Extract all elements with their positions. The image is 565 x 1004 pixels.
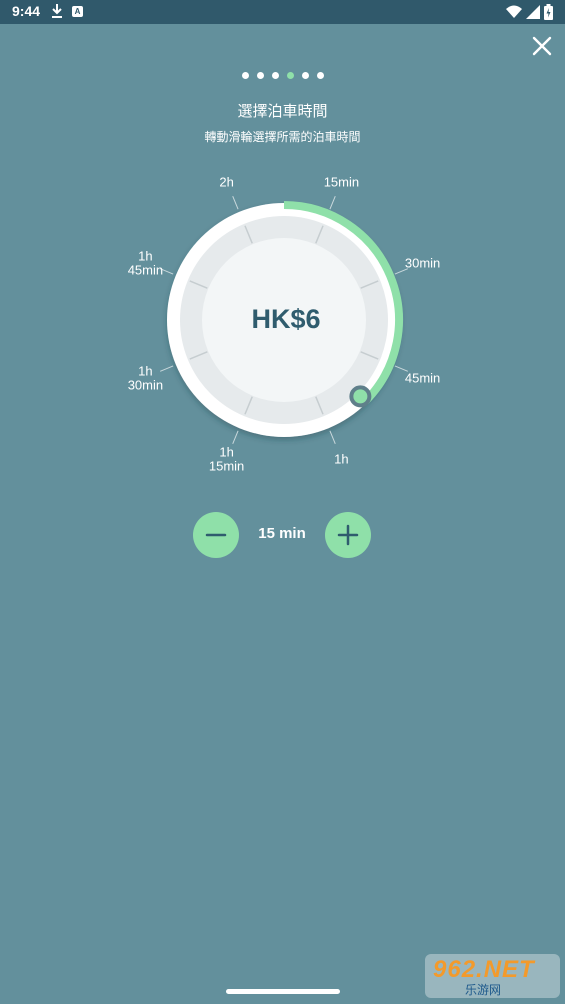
leader-line [329,196,336,210]
watermark-logo: 962.NET 乐游网 [425,954,560,998]
dial-label: 1h [138,249,152,264]
minus-icon [205,533,227,537]
dial-label: 30min [128,377,163,392]
leader-line [232,196,239,210]
dial-label: 45min [405,370,440,385]
duration-value: 15 min [258,525,306,542]
plus-icon [337,524,359,546]
leader-line [232,430,239,444]
dial-label: 1h [219,445,233,460]
duration-stepper: 15 min [193,512,371,558]
increase-button[interactable] [325,512,371,558]
dial-label: 30min [405,256,440,271]
dial-label: 1h [334,452,348,467]
home-indicator[interactable] [226,989,340,994]
dial-label: 1h [138,363,152,378]
price-display: HK$6 [251,304,321,334]
watermark-main: 962.NET [433,956,535,983]
dial-label: 2h [219,174,233,189]
leader-line [160,365,174,372]
dial-label: 15min [324,174,359,189]
leader-line [329,430,336,444]
dial-handle[interactable] [349,385,372,408]
decrease-button[interactable] [193,512,239,558]
dial-label: 15min [209,459,244,474]
watermark-sub: 乐游网 [465,983,502,997]
dial-label: 45min [128,263,163,278]
parking-time-dial[interactable]: 15min30min45min1h1h15min1h30min1h45min2h [0,0,565,500]
